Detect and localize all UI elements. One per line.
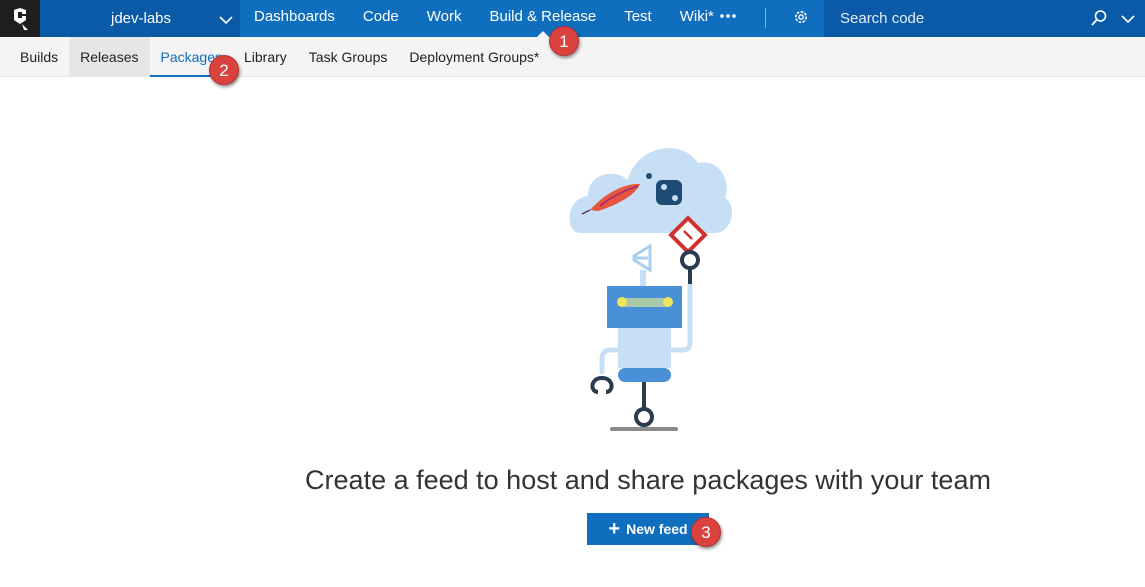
nav-work[interactable]: Work	[413, 0, 476, 37]
tab-builds[interactable]: Builds	[9, 37, 69, 77]
callout-badge-3: 3	[691, 517, 721, 547]
packages-illustration	[560, 138, 740, 443]
nav-build-release[interactable]: Build & Release	[475, 0, 610, 37]
empty-state-headline: Create a feed to host and share packages…	[305, 465, 991, 495]
tab-library[interactable]: Library	[233, 37, 298, 77]
tab-releases[interactable]: Releases	[69, 37, 150, 77]
new-feed-label: New feed	[626, 521, 688, 537]
nav-test[interactable]: Test	[610, 0, 666, 37]
ellipsis-icon[interactable]	[718, 9, 738, 28]
tab-task-groups[interactable]: Task Groups	[298, 37, 399, 77]
vsts-logo-icon[interactable]	[0, 0, 40, 37]
search-input[interactable]	[824, 0, 1094, 37]
nav-code[interactable]: Code	[349, 0, 413, 37]
tab-deployment-groups[interactable]: Deployment Groups*	[398, 37, 550, 77]
callout-badge-2: 2	[209, 55, 239, 85]
gear-icon[interactable]	[792, 8, 810, 31]
chevron-down-icon[interactable]	[1121, 11, 1135, 29]
project-selector[interactable]: jdev-labs	[40, 0, 240, 37]
nav-divider	[765, 8, 766, 28]
plus-icon: +	[608, 518, 621, 540]
callout-badge-1: 1	[549, 26, 579, 56]
hub-nav: Dashboards Code Work Build & Release Tes…	[240, 0, 728, 37]
nav-dashboards[interactable]: Dashboards	[240, 0, 349, 37]
search-icon[interactable]	[1090, 9, 1108, 32]
project-name: jdev-labs	[111, 10, 172, 27]
chevron-down-icon	[219, 12, 233, 29]
search-box	[824, 0, 1145, 37]
